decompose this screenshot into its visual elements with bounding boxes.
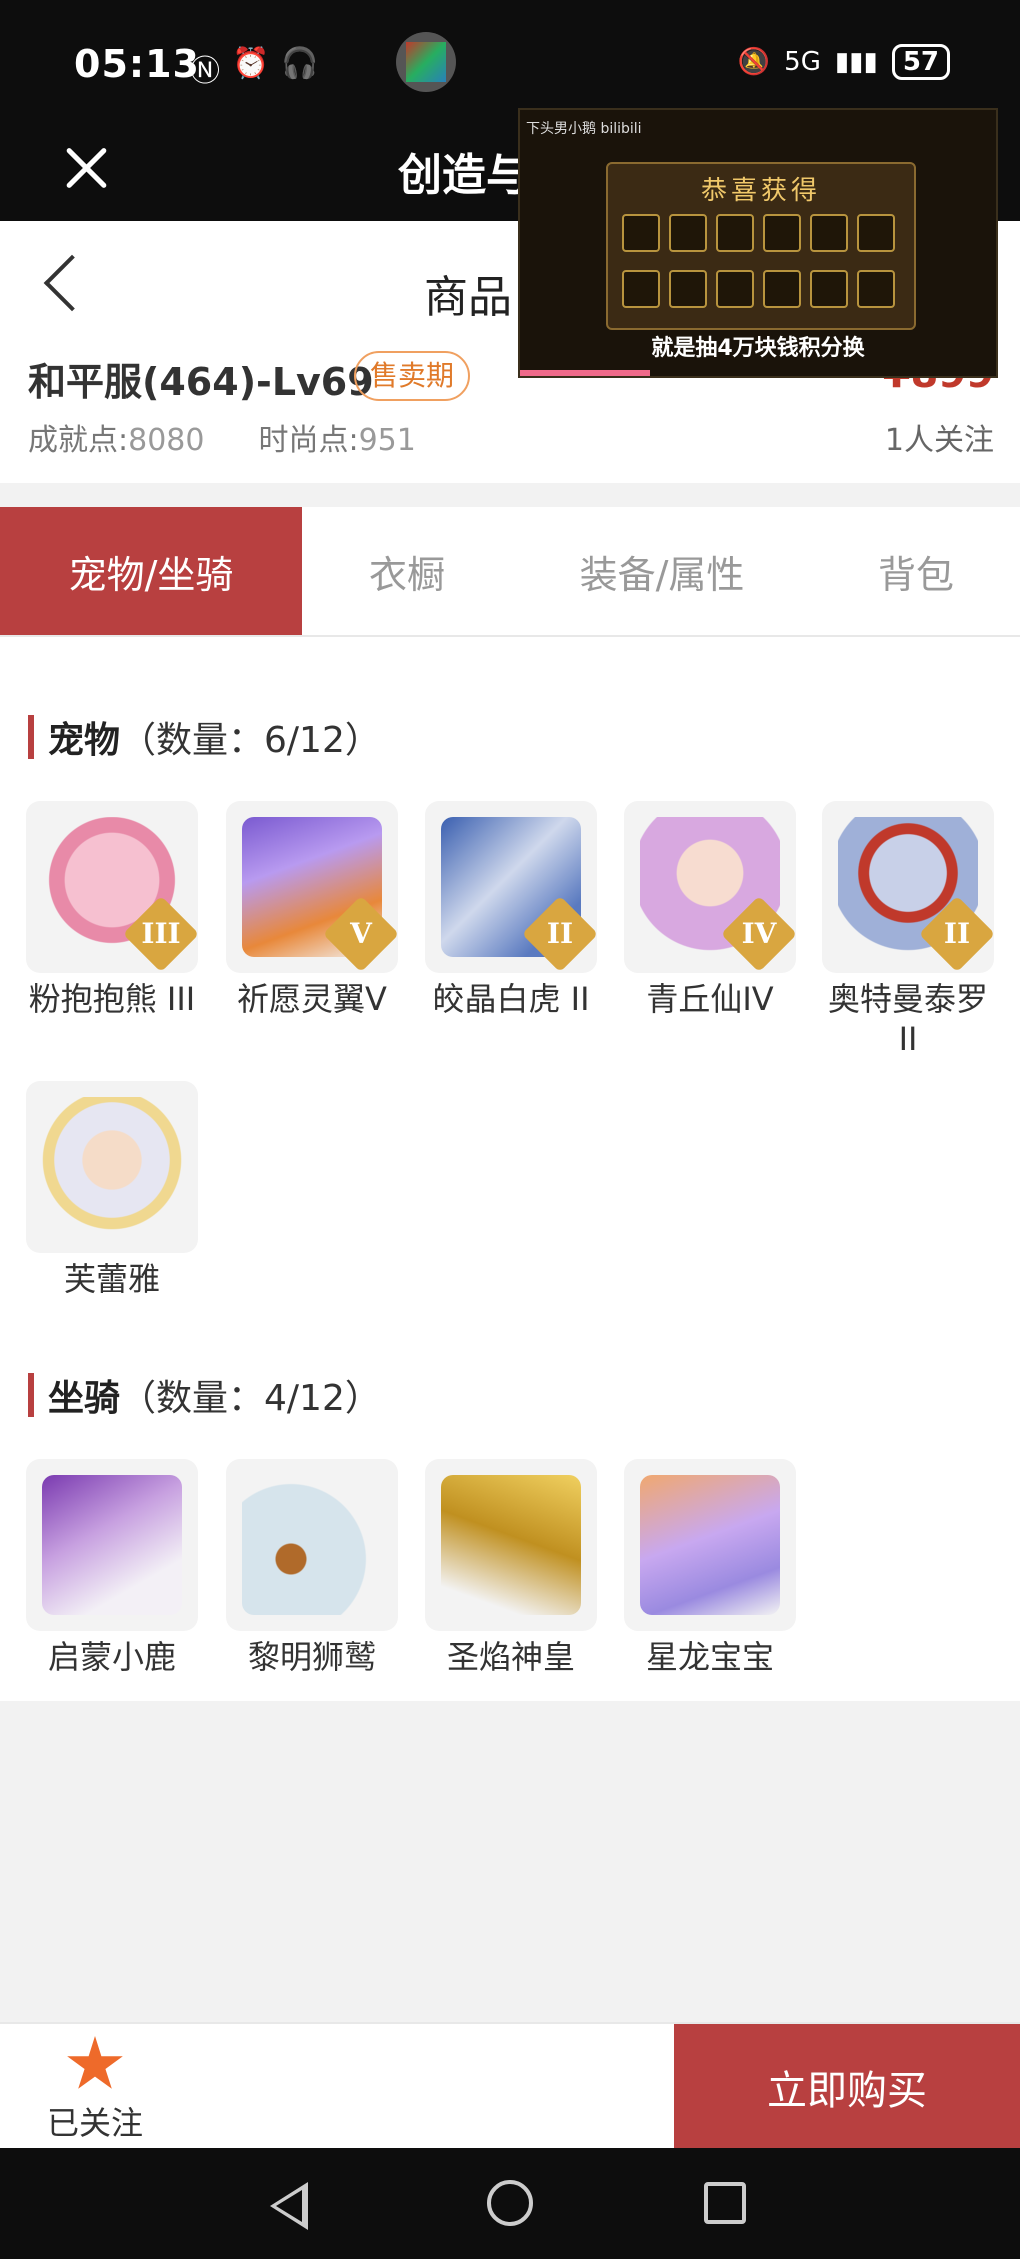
mount-card[interactable]: 启蒙小鹿 bbox=[26, 1459, 198, 1677]
page-title: 商品 bbox=[424, 272, 512, 323]
status-bar: 05:13 Ⓝ ⏰ 🎧 🔕 5G ▮▮▮ 57 bbox=[0, 0, 1020, 125]
reward-items bbox=[622, 214, 904, 308]
pets-count: （数量：6/12） bbox=[120, 720, 381, 761]
pet-thumbnail: II bbox=[425, 801, 597, 973]
reward-item bbox=[716, 270, 754, 308]
reward-item bbox=[669, 270, 707, 308]
pet-card[interactable]: IV 青丘仙IV bbox=[624, 801, 796, 1019]
pet-thumbnail: III bbox=[26, 801, 198, 973]
category-tabs: 宠物/坐骑 衣橱 装备/属性 背包 bbox=[0, 507, 1020, 637]
mount-name: 启蒙小鹿 bbox=[47, 1638, 176, 1676]
achievement-value: 8080 bbox=[128, 423, 205, 458]
pet-thumbnail: V bbox=[226, 801, 398, 973]
account-stats: 成就点:8080 时尚点:951 bbox=[28, 415, 416, 459]
tab-pets-mounts[interactable]: 宠物/坐骑 bbox=[0, 507, 302, 635]
tier-badge: IV bbox=[720, 895, 796, 973]
mount-thumbnail bbox=[226, 1459, 398, 1631]
mount-card[interactable]: 星龙宝宝 bbox=[624, 1459, 796, 1677]
video-progress-bar[interactable] bbox=[520, 370, 650, 376]
pet-card[interactable]: V 祈愿灵翼V bbox=[226, 801, 398, 1019]
headphones-icon: 🎧 bbox=[281, 46, 319, 81]
reward-item bbox=[763, 214, 801, 252]
pet-card[interactable]: II 奥特曼泰罗 II bbox=[822, 801, 994, 1059]
tab-equipment[interactable]: 装备/属性 bbox=[512, 507, 812, 635]
reward-item bbox=[857, 214, 895, 252]
mount-thumbnail bbox=[624, 1459, 796, 1631]
pet-thumbnail: II bbox=[822, 801, 994, 973]
mount-name: 星龙宝宝 bbox=[645, 1638, 774, 1676]
network-label: 5G bbox=[784, 47, 821, 77]
system-nav-bar bbox=[0, 2148, 1020, 2259]
buy-now-button[interactable]: 立即购买 bbox=[674, 2024, 1020, 2150]
pets-mounts-panel: 宠物 （数量：6/12） III 粉抱抱熊 III V 祈愿灵翼V II 皎晶白… bbox=[0, 637, 1020, 1701]
reward-panel-title: 恭喜获得 bbox=[700, 176, 821, 206]
pet-thumbnail bbox=[26, 1081, 198, 1253]
mount-thumbnail bbox=[26, 1459, 198, 1631]
mount-name: 圣焰神皇 bbox=[446, 1638, 575, 1676]
status-badge: 售卖期 bbox=[354, 351, 471, 401]
pet-name: 奥特曼泰罗 II bbox=[827, 980, 988, 1058]
pet-name: 祈愿灵翼V bbox=[237, 980, 387, 1018]
pet-name: 青丘仙IV bbox=[646, 980, 774, 1018]
mute-icon: 🔕 bbox=[737, 47, 771, 77]
achievement-label: 成就点: bbox=[28, 423, 129, 458]
nav-recents-icon[interactable] bbox=[704, 2182, 746, 2224]
back-arrow-icon[interactable] bbox=[43, 254, 101, 312]
reward-item bbox=[810, 214, 848, 252]
pet-card[interactable]: II 皎晶白虎 II bbox=[425, 801, 597, 1019]
webview-title: 创造与 bbox=[398, 150, 530, 201]
reward-item bbox=[622, 270, 660, 308]
tier-badge: III bbox=[122, 895, 198, 973]
reward-panel: 恭喜获得 bbox=[606, 162, 916, 330]
close-icon[interactable] bbox=[62, 143, 112, 193]
mount-card[interactable]: 黎明狮鹫 bbox=[226, 1459, 398, 1677]
notification-icons: Ⓝ ⏰ 🎧 bbox=[190, 46, 319, 90]
bottom-action-bar: 已关注 立即购买 bbox=[0, 2022, 1020, 2150]
fashion-label: 时尚点: bbox=[258, 423, 359, 458]
tab-backpack[interactable]: 背包 bbox=[812, 507, 1020, 635]
alarm-icon: ⏰ bbox=[232, 46, 270, 81]
mounts-title: 坐骑 bbox=[48, 1378, 121, 1419]
video-uploader: 下头男小鹅 bilibili bbox=[526, 121, 642, 137]
signal-icon: ▮▮▮ bbox=[834, 47, 878, 77]
pets-title: 宠物 bbox=[48, 720, 121, 761]
pet-name: 粉抱抱熊 III bbox=[28, 980, 196, 1018]
star-icon bbox=[67, 2036, 123, 2089]
reward-item bbox=[857, 270, 895, 308]
mount-card[interactable]: 圣焰神皇 bbox=[425, 1459, 597, 1677]
follow-label: 已关注 bbox=[46, 2104, 143, 2142]
battery-icon: 57 bbox=[891, 44, 950, 80]
mounts-section-title: 坐骑 （数量：4/12） bbox=[28, 1371, 381, 1419]
pet-name: 芙蕾雅 bbox=[63, 1260, 160, 1298]
reward-item bbox=[622, 214, 660, 252]
nfc-icon: Ⓝ bbox=[190, 54, 220, 89]
pet-card[interactable]: III 粉抱抱熊 III bbox=[26, 801, 198, 1019]
reward-item bbox=[810, 270, 848, 308]
reward-item bbox=[669, 214, 707, 252]
video-subtitle: 就是抽4万块钱积分换 bbox=[651, 336, 865, 361]
mount-thumbnail bbox=[425, 1459, 597, 1631]
nav-home-icon[interactable] bbox=[487, 2180, 533, 2226]
pet-name: 皎晶白虎 II bbox=[432, 980, 590, 1018]
system-icons: 🔕 5G ▮▮▮ 57 bbox=[738, 44, 950, 80]
fashion-value: 951 bbox=[358, 423, 416, 458]
mount-name: 黎明狮鹫 bbox=[247, 1638, 376, 1676]
nav-back-icon[interactable] bbox=[270, 2182, 308, 2230]
mounts-count: （数量：4/12） bbox=[120, 1378, 381, 1419]
clock: 05:13 bbox=[74, 42, 200, 86]
follow-button[interactable]: 已关注 bbox=[30, 2036, 160, 2144]
tier-badge: V bbox=[322, 895, 398, 973]
pet-card[interactable]: 芙蕾雅 bbox=[26, 1081, 198, 1299]
reward-item bbox=[716, 214, 754, 252]
tier-badge: II bbox=[918, 895, 994, 973]
tier-badge: II bbox=[521, 895, 597, 973]
game-app-icon bbox=[396, 32, 456, 92]
floating-video-player[interactable]: 下头男小鹅 bilibili 恭喜获得 就是抽4万块钱积分换 bbox=[518, 108, 998, 378]
follower-count: 1人关注 bbox=[884, 423, 994, 458]
pet-thumbnail: IV bbox=[624, 801, 796, 973]
server-level: 和平服(464)-Lv69 bbox=[28, 360, 374, 404]
reward-item bbox=[763, 270, 801, 308]
tab-wardrobe[interactable]: 衣橱 bbox=[302, 507, 512, 635]
pets-section-title: 宠物 （数量：6/12） bbox=[28, 713, 381, 761]
